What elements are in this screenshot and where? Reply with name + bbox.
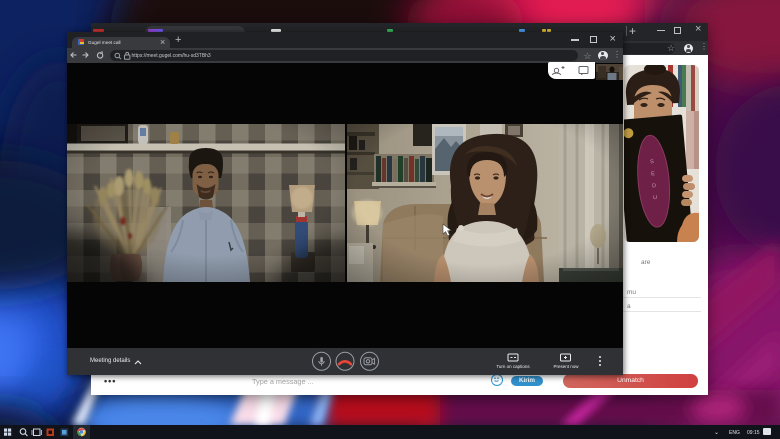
svg-text:D: D	[652, 183, 657, 189]
svg-text:U: U	[653, 195, 658, 201]
